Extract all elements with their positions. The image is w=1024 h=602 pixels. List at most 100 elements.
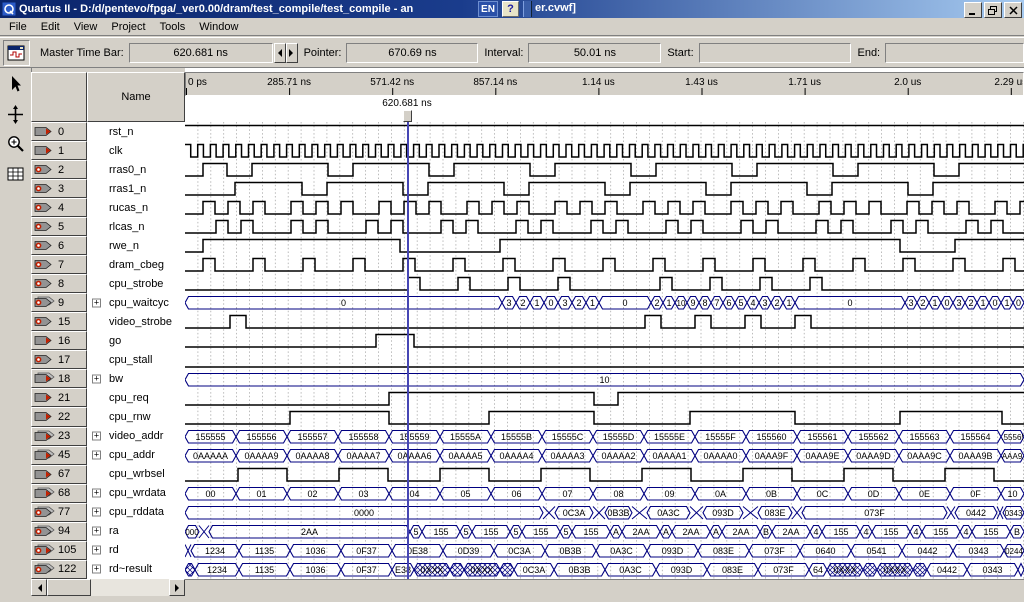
- waveform-row-rst_n[interactable]: [185, 122, 1024, 141]
- signal-name-cell[interactable]: rst_n: [87, 122, 185, 141]
- end-field[interactable]: [885, 43, 1024, 63]
- waveform-row-go[interactable]: [185, 331, 1024, 350]
- signal-handle-dram_cbeg[interactable]: 7: [31, 255, 87, 274]
- waveform-row-cpu_wrbsel[interactable]: [185, 465, 1024, 484]
- signal-handle-video_strobe[interactable]: 15: [31, 312, 87, 331]
- selection-tool-button[interactable]: [2, 71, 29, 98]
- signal-name-cell[interactable]: rucas_n: [87, 198, 185, 217]
- master-time-bar-field[interactable]: 620.681 ns: [129, 43, 273, 63]
- waveform-row-dram_cbeg[interactable]: [185, 255, 1024, 274]
- signal-handle-ra[interactable]: 94: [31, 522, 87, 541]
- signal-name-cell[interactable]: clk: [87, 141, 185, 160]
- waveform-row-cpu_rddata[interactable]: 00000C3A0B3B0A3C093D083E073F04420343: [185, 503, 1024, 522]
- zoom-tool-button[interactable]: [2, 131, 29, 158]
- signal-name-cell[interactable]: rwe_n: [87, 236, 185, 255]
- signal-handle-go[interactable]: 16: [31, 331, 87, 350]
- waveform-row-video_strobe[interactable]: [185, 312, 1024, 331]
- expand-toggle-icon[interactable]: +: [92, 298, 101, 307]
- signal-name-cell[interactable]: cpu_stall: [87, 350, 185, 369]
- waveform-row-rwe_n[interactable]: [185, 236, 1024, 255]
- start-field[interactable]: [699, 43, 852, 63]
- signal-handle-cpu_wrbsel[interactable]: 67: [31, 465, 87, 484]
- language-bar-handle[interactable]: [523, 1, 532, 17]
- master-time-increment-button[interactable]: [286, 43, 298, 63]
- close-button[interactable]: [1004, 2, 1022, 18]
- signal-handle-cpu_rddata[interactable]: 77: [31, 503, 87, 522]
- expand-toggle-icon[interactable]: +: [92, 546, 101, 555]
- menu-item-tools[interactable]: Tools: [153, 19, 193, 35]
- scroll-right-button[interactable]: [169, 579, 185, 596]
- signal-name-cell[interactable]: +cpu_rddata: [87, 503, 185, 522]
- waveform-row-rras1_n[interactable]: [185, 179, 1024, 198]
- waveform-row-rras0_n[interactable]: [185, 160, 1024, 179]
- signal-name-cell[interactable]: cpu_wrbsel: [87, 465, 185, 484]
- signal-handle-video_addr[interactable]: 23: [31, 427, 87, 446]
- signal-name-cell[interactable]: +video_addr: [87, 427, 185, 446]
- master-time-decrement-button[interactable]: [274, 43, 286, 63]
- signal-name-cell[interactable]: cpu_rnw: [87, 407, 185, 426]
- menu-item-file[interactable]: File: [2, 19, 34, 35]
- expand-toggle-icon[interactable]: +: [92, 451, 101, 460]
- minimize-button[interactable]: [964, 2, 982, 18]
- signal-handle-cpu_waitcyc[interactable]: 9: [31, 293, 87, 312]
- signal-handle-cpu_wrdata[interactable]: 68: [31, 484, 87, 503]
- signal-handle-rucas_n[interactable]: 4: [31, 198, 87, 217]
- master-time-cursor-line[interactable]: [407, 114, 409, 579]
- menu-item-edit[interactable]: Edit: [34, 19, 67, 35]
- waveform-row-cpu_rnw[interactable]: [185, 408, 1024, 427]
- signal-handle-rras1_n[interactable]: 3: [31, 179, 87, 198]
- signal-name-cell[interactable]: +cpu_addr: [87, 446, 185, 465]
- master-time-cursor-handle[interactable]: [403, 110, 412, 122]
- signal-name-cell[interactable]: video_strobe: [87, 312, 185, 331]
- signal-name-cell[interactable]: cpu_strobe: [87, 274, 185, 293]
- signal-handle-cpu_rnw[interactable]: 22: [31, 407, 87, 426]
- waveform-row-cpu_addr[interactable]: 0AAAAA0AAAA90AAAA80AAAA70AAAA60AAAA50AAA…: [185, 446, 1024, 465]
- expand-toggle-icon[interactable]: +: [92, 489, 101, 498]
- signal-name-cell[interactable]: +bw: [87, 369, 185, 388]
- signal-handle-rwe_n[interactable]: 6: [31, 236, 87, 255]
- waveform-display[interactable]: 0321032102110987654321032103210101015555…: [185, 122, 1024, 579]
- waveform-row-cpu_stall[interactable]: [185, 351, 1024, 370]
- signal-name-cell[interactable]: cpu_req: [87, 388, 185, 407]
- waveform-row-bw[interactable]: 10: [185, 370, 1024, 389]
- signal-name-cell[interactable]: rras1_n: [87, 179, 185, 198]
- signal-handle-cpu_req[interactable]: 21: [31, 388, 87, 407]
- signal-handle-rst_n[interactable]: 0: [31, 122, 87, 141]
- signal-handle-cpu_addr[interactable]: 45: [31, 446, 87, 465]
- expand-toggle-icon[interactable]: +: [92, 565, 101, 574]
- waveform-row-clk[interactable]: [185, 141, 1024, 160]
- signal-name-cell[interactable]: +cpu_waitcyc: [87, 293, 185, 312]
- waveform-row-cpu_waitcyc[interactable]: 032103210211098765432103210321010: [185, 293, 1024, 312]
- signal-name-cell[interactable]: +ra: [87, 522, 185, 541]
- waveform-editor-button[interactable]: [3, 40, 30, 66]
- expand-toggle-icon[interactable]: +: [92, 374, 101, 383]
- expand-toggle-icon[interactable]: +: [92, 527, 101, 536]
- signal-name-cell[interactable]: rlcas_n: [87, 217, 185, 236]
- signal-handle-rlcas_n[interactable]: 5: [31, 217, 87, 236]
- marker-strip[interactable]: [185, 96, 1024, 122]
- expand-toggle-icon[interactable]: +: [92, 432, 101, 441]
- waveform-row-rd~result[interactable]: 1234113510360F37E380XXX0XXX0C3A0B3B0A3C0…: [185, 560, 1024, 579]
- waveform-row-rd[interactable]: 1234113510360F370E380D390C3A0B3B0A3C093D…: [185, 541, 1024, 560]
- waveform-row-cpu_wrdata[interactable]: 000102030405060708090A0B0C0D0E0F10: [185, 484, 1024, 503]
- menu-item-view[interactable]: View: [67, 19, 105, 35]
- menu-item-window[interactable]: Window: [192, 19, 245, 35]
- signal-handle-rras0_n[interactable]: 2: [31, 160, 87, 179]
- signal-name-cell[interactable]: +rd: [87, 541, 185, 560]
- signal-handle-rd[interactable]: 105: [31, 541, 87, 560]
- expand-toggle-icon[interactable]: +: [92, 508, 101, 517]
- language-help-button[interactable]: ?: [502, 1, 519, 17]
- signal-handle-bw[interactable]: 18: [31, 369, 87, 388]
- signal-handle-clk[interactable]: 1: [31, 141, 87, 160]
- waveform-row-rlcas_n[interactable]: [185, 217, 1024, 236]
- signal-handle-cpu_stall[interactable]: 17: [31, 350, 87, 369]
- waveform-row-ra[interactable]: 0002AA5155515551555155A2AAA2AAA2AAB2AA41…: [185, 522, 1024, 541]
- grid-tool-button[interactable]: [2, 161, 29, 188]
- waveform-row-cpu_req[interactable]: [185, 389, 1024, 408]
- time-ruler[interactable]: 0 ps285.71 ns571.42 ns857.14 ns1.14 us1.…: [185, 72, 1024, 96]
- scroll-left-button[interactable]: [31, 579, 47, 596]
- signal-handle-cpu_strobe[interactable]: 8: [31, 274, 87, 293]
- signal-handle-rd~result[interactable]: 122: [31, 560, 87, 579]
- waveform-row-rucas_n[interactable]: [185, 198, 1024, 217]
- signal-name-cell[interactable]: dram_cbeg: [87, 255, 185, 274]
